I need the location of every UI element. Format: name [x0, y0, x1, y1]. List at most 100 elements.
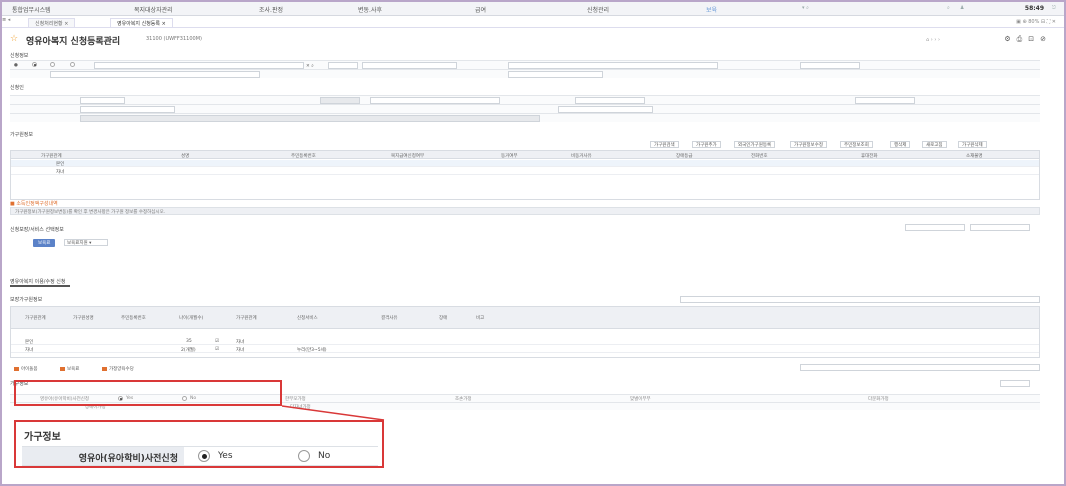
menu-welfare-target[interactable]: 복지대상자관리: [134, 5, 173, 14]
tab-child-support[interactable]: 영유아복지 이용/수정 신청: [10, 278, 70, 287]
radio-yes[interactable]: [198, 450, 210, 462]
col-disabled: 장애: [439, 316, 448, 321]
search-area[interactable]: ▾ ⌕: [802, 5, 809, 11]
radio-yes-label: Yes: [218, 451, 233, 461]
table-row[interactable]: 본인: [11, 160, 1039, 167]
radio-option-2[interactable]: [50, 62, 55, 67]
table-row[interactable]: 본인 35 ☑ 자녀: [11, 338, 1039, 345]
lookup-button[interactable]: [328, 62, 358, 69]
cell-relation: 자녀: [25, 348, 34, 353]
btn-refresh[interactable]: 새로고침: [922, 141, 947, 148]
radio-no[interactable]: [298, 450, 310, 462]
cell-relation-2: 자녀: [236, 348, 245, 353]
col-mobile: 휴대전화: [861, 154, 878, 159]
radio-option-1[interactable]: [32, 62, 37, 67]
notice-bar: 가구원정보(가구원정보변동)를 확인 후 변경사항은 가구원 정보를 수정하십시…: [10, 207, 1040, 215]
applicant-row-3: [10, 113, 1040, 122]
section-service-info: 신청보장/서비스 선택정보: [10, 227, 64, 233]
menu-application[interactable]: 신청관리: [587, 5, 609, 14]
status-field: [320, 97, 360, 104]
btn-foreign-member[interactable]: 외국인가구원등록: [734, 141, 776, 148]
contact-field[interactable]: [800, 62, 860, 69]
col-rrn: 주민등록번호: [121, 316, 146, 321]
btn-edit-member[interactable]: 가구원정보수정: [790, 141, 827, 148]
col-rrn: 주민등록번호: [291, 154, 316, 159]
apply-row-2: [10, 69, 1040, 78]
screen-code: 31100 (UWFF31100M): [146, 36, 202, 42]
family-label-multi-child: 다자녀가정: [290, 405, 311, 410]
section-apply-info: 신청정보: [10, 53, 29, 59]
section-applicant: 신청인: [10, 85, 24, 91]
col-disqualify: 결격사유: [381, 316, 398, 321]
service-action-2[interactable]: [970, 224, 1030, 231]
service-dropdown[interactable]: 보육료지원 ▾: [64, 239, 108, 246]
child-action-buttons[interactable]: [680, 296, 1040, 303]
col-noncohabit-reason: 비동거사유: [571, 154, 592, 159]
cell-relation: 자녀: [56, 170, 65, 175]
zoom-controls[interactable]: ▣ ⊕ 80% ⊟ ⛶ ✕: [1016, 19, 1056, 25]
address-select[interactable]: [508, 71, 603, 78]
btn-search-member[interactable]: 가구원검색: [650, 141, 679, 148]
btn-delete-row[interactable]: 행삭제: [890, 141, 911, 148]
col-note: 비고: [476, 316, 485, 321]
tab-child-welfare-register[interactable]: 영유아복지 신청등록 ×: [110, 18, 173, 27]
favorite-star-icon[interactable]: ☆: [10, 34, 18, 44]
table-row[interactable]: 자녀 2(개월) ☑ 자녀 누리(만3~5세): [11, 346, 1039, 353]
child-grid-header: 가구원관계 가구원성명 주민등록번호 나이(개월수) 가구원관계 신청서비스 결…: [11, 307, 1039, 329]
zoom-title: 가구정보: [24, 432, 61, 443]
household-grid: 가구원관계 성명 주민등록번호 복지급여신청여부 동거여부 비동거사유 장애등급…: [10, 150, 1040, 200]
col-disability: 장애등급: [676, 154, 693, 159]
apply-category-select[interactable]: [855, 97, 915, 104]
relation-select[interactable]: [80, 106, 175, 113]
menu-toggle-icon[interactable]: ≡: [2, 17, 6, 23]
header-action-icons[interactable]: ⚙⎙⊡⊘: [1004, 35, 1052, 44]
btn-resident-lookup[interactable]: 주민정보조회: [840, 141, 873, 148]
menu-home[interactable]: 통합업무시스템: [12, 5, 51, 14]
col-relation-2: 가구원관계: [236, 316, 257, 321]
top-navigation: 통합업무시스템 복지대상자관리 조사.판정 변동.사후 급여 신청관리 보육 ▾…: [2, 2, 1064, 16]
cell-relation-2: 자녀: [236, 340, 245, 345]
radio-option-3[interactable]: [70, 62, 75, 67]
chevron-left-icon[interactable]: ◂: [8, 17, 11, 23]
section-income-composition: ■ 소득인정액구성내역: [10, 201, 58, 207]
household-grid-header: 가구원관계 성명 주민등록번호 복지급여신청여부 동거여부 비동거사유 장애등급…: [11, 151, 1039, 159]
col-cohabit: 동거여부: [501, 154, 518, 159]
zoom-question-row: 영유아(유아학비)사전신청 Yes No: [22, 446, 378, 466]
user-icon[interactable]: ♟: [960, 5, 964, 11]
menu-childcare[interactable]: 보육: [706, 5, 717, 14]
address-field[interactable]: [50, 71, 260, 78]
apply-reason-select[interactable]: [558, 106, 653, 113]
cell-relation: 본인: [56, 162, 65, 167]
page-header: ☆ 영유아복지 신청등록관리 31100 (UWFF31100M) ⌂ › › …: [10, 34, 1060, 47]
highlight-box-small: [14, 380, 282, 406]
family-confirm-button[interactable]: [1000, 380, 1030, 387]
service-action-1[interactable]: [905, 224, 965, 231]
apply-date-field[interactable]: [80, 97, 125, 104]
breadcrumb: ⌂ › › ›: [926, 37, 940, 43]
apply-row-1: ● ✕ ⌕: [10, 60, 1040, 69]
search-icon[interactable]: ⌕: [947, 5, 950, 11]
reason-field[interactable]: [370, 97, 500, 104]
checkbox[interactable]: ☑: [215, 347, 219, 352]
checkbox[interactable]: ☑: [215, 339, 219, 344]
cell-age: 35: [186, 339, 192, 344]
btn-delete-member[interactable]: 가구원삭제: [958, 141, 987, 148]
apply-type-select[interactable]: [575, 97, 645, 104]
cell-age: 2(개월): [181, 348, 196, 353]
col-age: 나이(개월수): [179, 316, 204, 321]
col-phone: 전화번호: [751, 154, 768, 159]
table-row[interactable]: 자녀: [11, 168, 1039, 175]
menu-change[interactable]: 변동.사후: [358, 5, 382, 14]
zoom-question-label: 영유아(유아학비)사전신청: [22, 447, 184, 465]
btn-add-member[interactable]: 가구원추가: [692, 141, 721, 148]
menu-benefit[interactable]: 급여: [475, 5, 486, 14]
household-select[interactable]: [362, 62, 457, 69]
logout-icon[interactable]: ⎋: [1052, 5, 1056, 11]
menu-survey[interactable]: 조사.판정: [259, 5, 283, 14]
legend-action-buttons[interactable]: [800, 364, 1040, 371]
tab-application-status[interactable]: 신청처리현황 ×: [28, 18, 76, 27]
search-field[interactable]: [94, 62, 304, 69]
birthdate-field[interactable]: [508, 62, 718, 69]
col-relation: 가구원관계: [41, 154, 62, 159]
service-childcare-button[interactable]: 보육료: [33, 239, 56, 247]
